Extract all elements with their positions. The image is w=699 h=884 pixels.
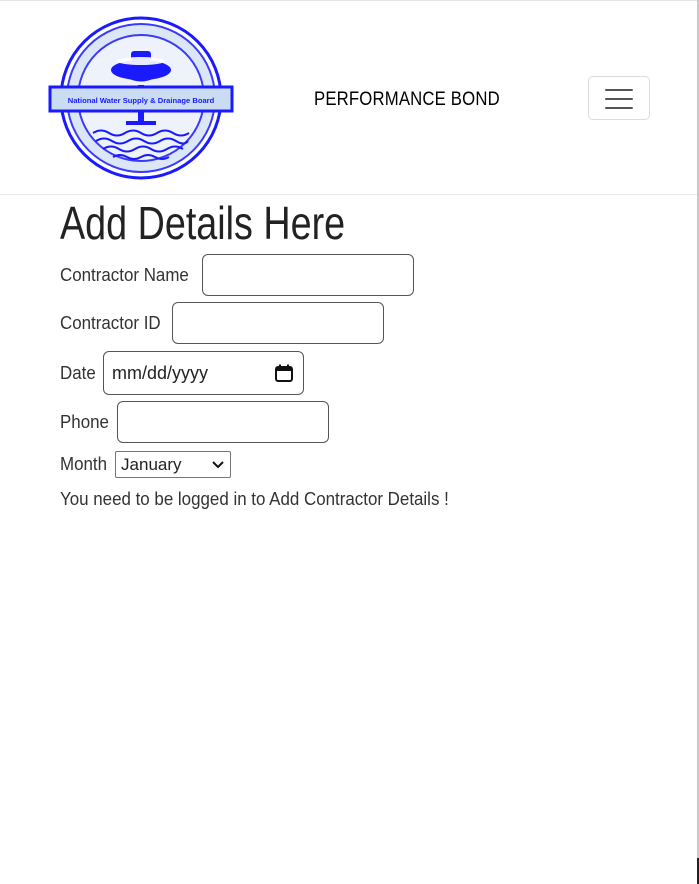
navbar: National Water Supply & Drainage Board P…: [0, 0, 697, 195]
date-placeholder: mm/dd/yyyy: [112, 362, 209, 383]
logo-text: National Water Supply & Drainage Board: [68, 96, 215, 105]
contractor-name-row: Contractor Name: [60, 254, 415, 296]
calendar-icon[interactable]: [275, 364, 294, 382]
month-row: Month January: [60, 451, 232, 478]
login-required-message: You need to be logged in to Add Contract…: [60, 489, 449, 509]
page-title: Add Details Here: [60, 197, 346, 249]
contractor-id-input[interactable]: [172, 302, 385, 344]
date-label: Date: [60, 362, 96, 383]
chevron-down-icon: [212, 460, 224, 468]
contractor-name-input[interactable]: [202, 254, 415, 296]
phone-row: Phone: [60, 401, 330, 443]
date-input[interactable]: mm/dd/yyyy: [103, 351, 305, 395]
month-label: Month: [60, 454, 108, 474]
month-select[interactable]: January: [115, 451, 232, 478]
contractor-name-label: Contractor Name: [60, 264, 189, 285]
phone-input[interactable]: [117, 401, 330, 443]
phone-label: Phone: [60, 411, 109, 432]
date-row: Date mm/dd/yyyy: [60, 351, 305, 395]
contractor-id-row: Contractor ID: [60, 302, 385, 344]
contractor-id-label: Contractor ID: [60, 312, 161, 333]
navbar-brand[interactable]: PERFORMANCE BOND: [314, 89, 500, 111]
month-selected-value: January: [121, 454, 182, 474]
hamburger-menu-button[interactable]: [588, 76, 650, 120]
nwsdb-logo[interactable]: National Water Supply & Drainage Board: [48, 15, 234, 181]
